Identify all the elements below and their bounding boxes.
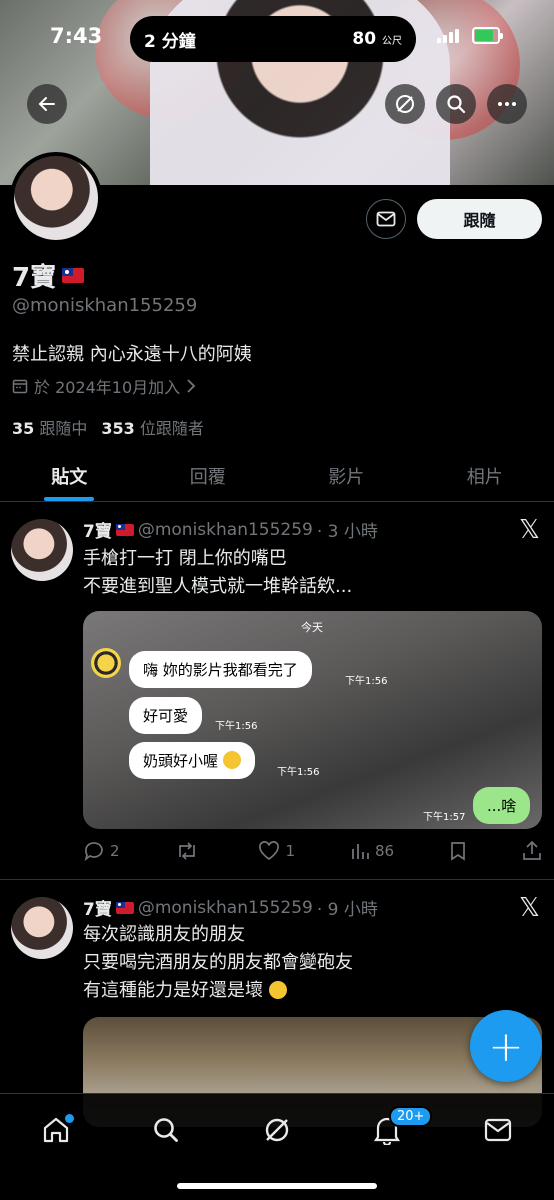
post-image[interactable]: 今天 嗨 妳的影片我都看完了 下午1:56 好可愛 下午1:56 奶頭好小喔 下… [83,611,542,829]
chat-time: 下午1:56 [277,767,320,778]
heart-eyes-emoji-icon [222,751,241,769]
reply-button[interactable]: 2 [83,841,120,861]
grok-icon [265,1118,289,1142]
post-line: 每次認識朋友的朋友 [83,924,245,945]
nav-grok[interactable] [257,1110,297,1150]
calendar-icon [12,379,28,394]
profile-tabs: 貼文 回覆 影片 相片 [0,450,554,502]
more-icon [498,102,516,106]
bookmark-button[interactable] [449,841,467,861]
nav-home[interactable] [36,1110,76,1150]
views-button[interactable]: 86 [350,841,394,861]
post-avatar[interactable] [11,897,73,959]
follow-button[interactable]: 跟隨 [417,199,542,239]
compose-icon: + [488,1021,524,1071]
chat-bubble: 好可愛 [129,697,203,734]
nav-notifications[interactable]: 20+ [367,1106,433,1150]
tab-replies[interactable]: 回覆 [139,450,278,501]
followers-stat[interactable]: 353 位跟隨者 [101,415,204,439]
post-line: 手槍打一打 閉上你的嘴巴 [83,548,287,569]
chat-time: 下午1:56 [345,676,388,687]
repost-button[interactable] [175,841,204,861]
chat-bubble: 嗨 妳的影片我都看完了 [129,651,312,688]
repost-icon [178,842,195,860]
grok-icon [396,95,414,113]
profile-handle: @moniskhan155259 [12,295,198,316]
compose-button[interactable]: + [470,1010,542,1082]
post-time: · 3 小時 [316,522,378,542]
chat-date: 今天 [301,621,323,634]
notifications-badge: 20+ [389,1106,433,1127]
mail-icon [484,1118,512,1142]
dynamic-island: 2 分鐘 80 公尺 [130,16,416,62]
post-header: 7寶 @moniskhan155259 · 3 小時 [83,517,378,543]
nav-search[interactable] [146,1110,186,1150]
home-unread-dot [65,1114,74,1123]
joined-text: 於 2024年10月加入 [34,378,181,397]
post-avatar[interactable] [11,519,73,581]
post-header: 7寶 @moniskhan155259 · 9 小時 [83,895,378,921]
chat-time: 下午1:57 [423,812,466,823]
x-logo-icon: 𝕏 [519,515,540,545]
search-button[interactable] [436,84,476,124]
status-bar: 7:43 2 分鐘 80 公尺 [0,0,554,78]
tab-videos[interactable]: 影片 [277,450,416,501]
back-icon [38,97,55,111]
profile-bio: 禁止認親 內心永遠十八的阿姨 [12,344,252,365]
post-2[interactable]: 7寶 @moniskhan155259 · 9 小時 𝕏 每次認識朋友的朋友 只… [0,881,554,1127]
views-icon [352,844,369,859]
taiwan-flag-icon [62,268,85,283]
following-stat[interactable]: 35 跟隨中 [12,415,87,439]
tab-posts[interactable]: 貼文 [0,450,139,501]
status-time: 7:43 [50,24,103,48]
signal-icon [437,29,459,43]
joined-date[interactable]: 於 2024年10月加入 [12,374,196,398]
taiwan-flag-icon [115,901,134,914]
reply-icon [84,842,103,861]
chat-bubble: 奶頭好小喔 [129,742,255,779]
post-time: · 9 小時 [316,900,378,920]
post-author-handle[interactable]: @moniskhan155259 [138,898,313,918]
bookmark-icon [451,842,465,861]
more-button[interactable] [487,84,527,124]
post-author-name[interactable]: 7寶 [83,895,112,920]
chevron-right-icon [187,379,196,393]
post-line: 只要喝完酒朋友的朋友都會變砲友 [83,952,353,973]
taiwan-flag-icon [115,523,134,536]
nav-messages[interactable] [478,1110,518,1150]
back-button[interactable] [27,84,67,124]
post-author-name[interactable]: 7寶 [83,517,112,542]
search-icon [447,95,466,114]
like-icon [259,841,280,861]
post-text: 每次認識朋友的朋友 只要喝完酒朋友的朋友都會變砲友 有這種能力是好還是壞 [83,921,353,1005]
share-icon [523,841,541,860]
island-distance: 80 公尺 [352,29,402,49]
post-1[interactable]: 7寶 @moniskhan155259 · 3 小時 𝕏 手槍打一打 閉上你的嘴… [0,503,554,880]
post-line: 有這種能力是好還是壞 [83,977,353,1005]
tab-photos[interactable]: 相片 [416,450,554,501]
share-button[interactable] [522,841,542,861]
profile-avatar[interactable] [10,152,102,244]
like-button[interactable]: 1 [258,841,295,861]
post-actions: 2 1 86 [83,841,542,861]
follow-stats: 35 跟隨中 353 位跟隨者 [12,415,204,439]
chat-time: 下午1:56 [215,721,258,732]
post-line: 不要進到聖人模式就一堆幹話欸... [83,576,353,597]
grok-button[interactable] [385,84,425,124]
post-author-handle[interactable]: @moniskhan155259 [138,520,313,540]
message-button[interactable] [366,199,406,239]
mail-icon [376,211,396,227]
dizzy-face-emoji-icon [268,981,287,999]
home-indicator [177,1183,377,1189]
search-icon [154,1118,178,1142]
bee-avatar-icon [91,648,121,678]
island-duration: 2 分鐘 [144,31,196,52]
profile-name-row: 7寶 [12,257,85,294]
chat-reply-bubble: ...啥 [473,787,531,824]
post-text: 手槍打一打 閉上你的嘴巴 不要進到聖人模式就一堆幹話欸... [83,545,352,601]
profile-name: 7寶 [12,263,57,293]
battery-icon [472,27,503,44]
x-logo-icon: 𝕏 [519,893,540,923]
